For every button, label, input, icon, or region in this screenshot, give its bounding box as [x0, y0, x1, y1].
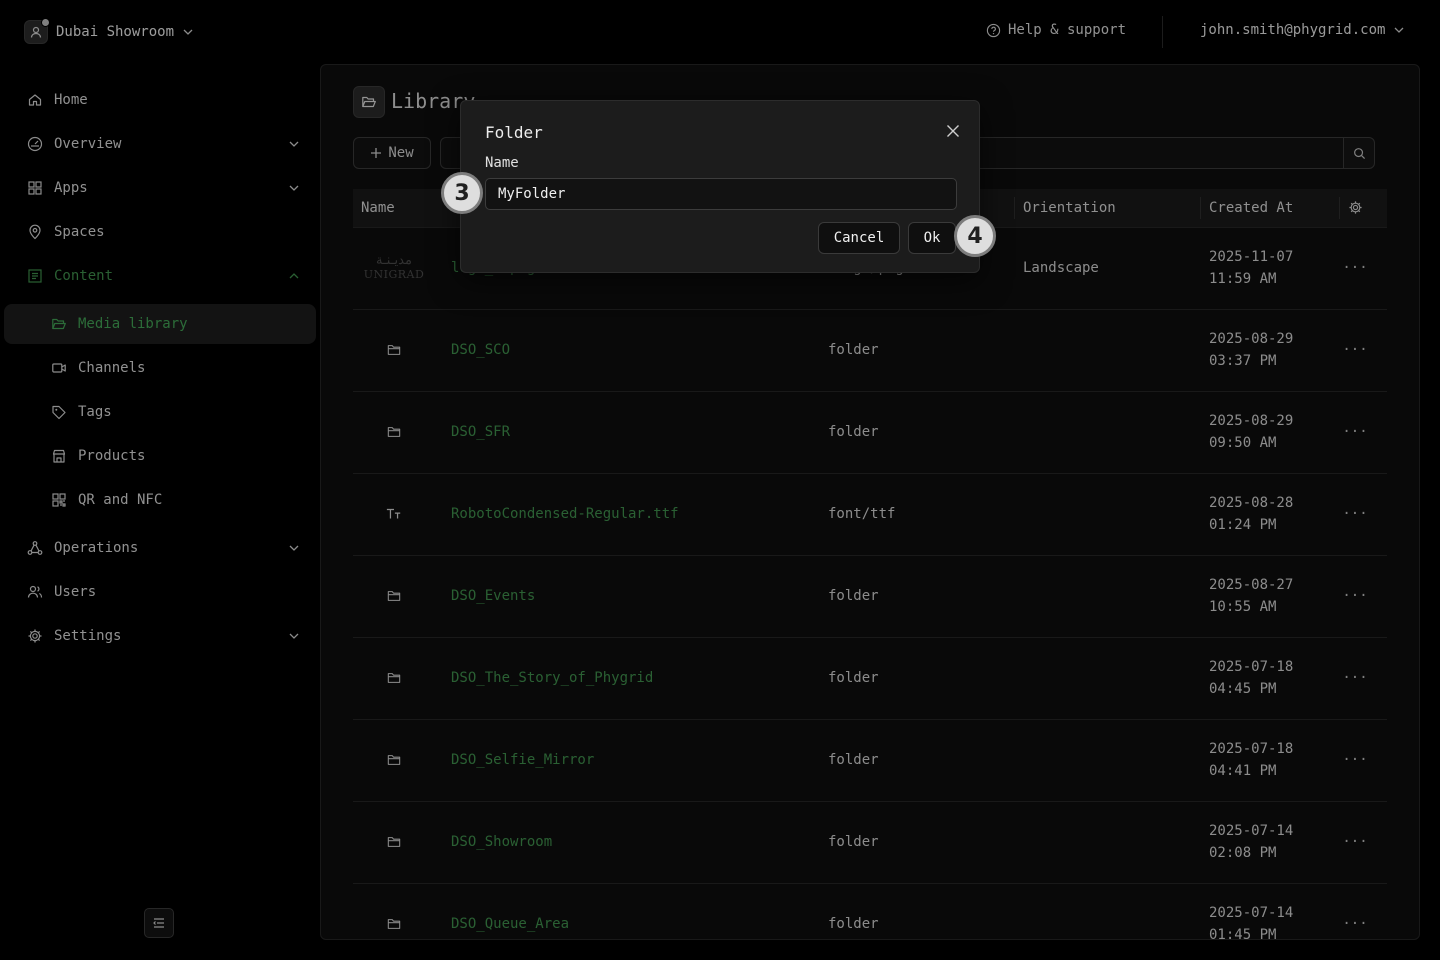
cancel-button[interactable]: Cancel	[818, 222, 900, 254]
ok-button[interactable]: Ok	[908, 222, 956, 254]
close-icon	[947, 125, 959, 137]
dialog-close-button[interactable]	[943, 121, 963, 141]
folder-dialog: Folder Name Cancel Ok	[460, 100, 980, 273]
name-field-label: Name	[485, 155, 519, 171]
dialog-title: Folder	[485, 123, 543, 142]
step-marker-input: 3	[441, 172, 483, 214]
step-marker-ok: 4	[954, 215, 996, 257]
folder-name-input[interactable]	[485, 178, 957, 210]
